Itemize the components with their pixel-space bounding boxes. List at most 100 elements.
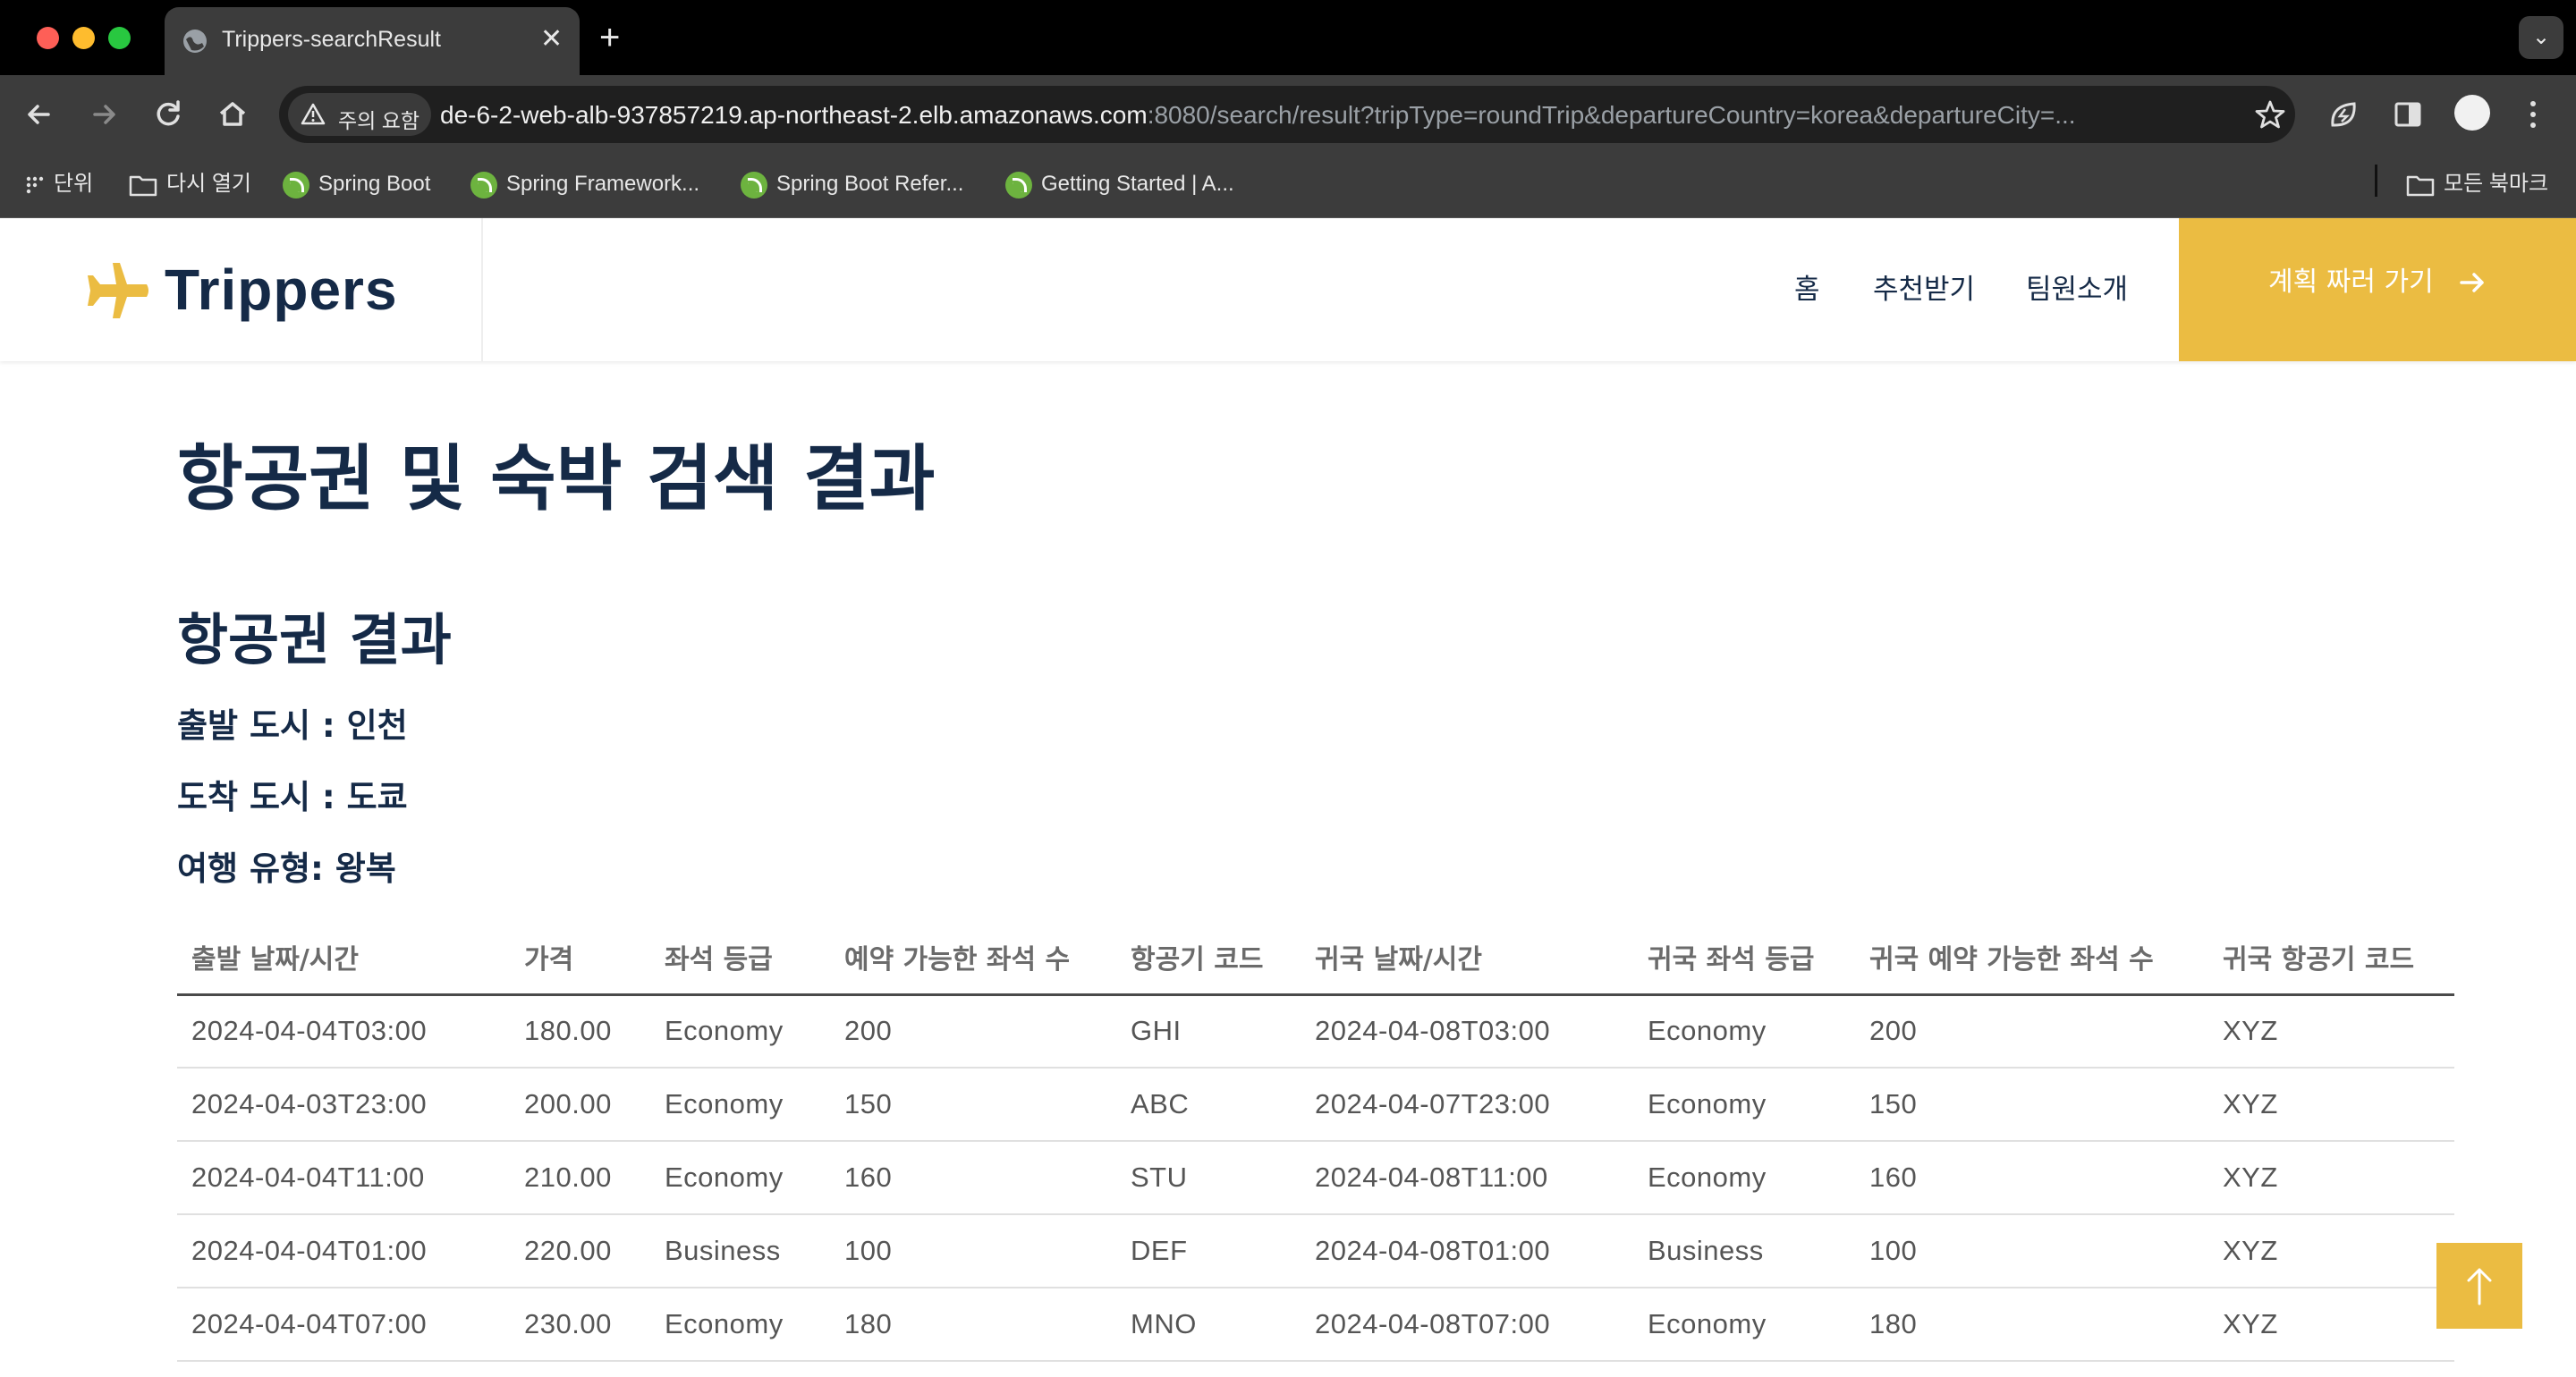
arrow-up-icon: [2467, 1268, 2492, 1305]
new-tab-icon[interactable]: +: [599, 18, 620, 57]
table-cell: 2024-04-04T01:00: [177, 1214, 510, 1288]
table-row: 2024-04-04T07:00 230.00 Economy 180 MNO 2024-…: [177, 1288, 2454, 1362]
table-cell: Economy: [1633, 1288, 1855, 1362]
table-cell: 200: [830, 994, 1116, 1069]
back-arrow-icon[interactable]: [20, 95, 59, 134]
tab-title: Trippers-searchResult: [222, 27, 441, 52]
spring-leaf-icon: [741, 171, 767, 199]
table-cell: 230.00: [510, 1288, 650, 1362]
home-icon[interactable]: [213, 95, 252, 134]
bookmark-all-bookmarks[interactable]: 모든 북마크: [2406, 166, 2548, 202]
table-cell: STU: [1116, 1141, 1301, 1215]
spring-leaf-icon: [470, 171, 497, 199]
more-menu-icon[interactable]: [2524, 97, 2542, 132]
side-panel-icon[interactable]: [2390, 97, 2426, 132]
nav-home[interactable]: 홈: [1794, 270, 1820, 309]
warning-triangle-icon: [301, 103, 326, 125]
bookmark-reopen-folder[interactable]: 다시 열기: [129, 166, 251, 202]
folder-icon: [129, 175, 157, 196]
reload-icon[interactable]: [148, 95, 188, 134]
plan-trip-button[interactable]: 계획 짜러 가기: [2179, 218, 2576, 361]
column-header: 귀국 예약 가능한 좌석 수: [1855, 921, 2208, 996]
bookmark-getting-started[interactable]: Getting Started | A...: [1005, 166, 1234, 202]
nav-team[interactable]: 팀원소개: [2026, 270, 2128, 309]
trip-type: 여행 유형: 왕복: [177, 849, 396, 888]
column-header: 좌석 등급: [650, 921, 830, 996]
table-cell: 100: [1855, 1214, 2208, 1288]
table-cell: 180: [1855, 1288, 2208, 1362]
table-cell: MNO: [1116, 1288, 1301, 1362]
bookmark-apps[interactable]: 단위: [25, 166, 93, 202]
browser-tab-active[interactable]: Trippers-searchResult ✕: [165, 7, 580, 75]
bookmark-spring-boot-reference[interactable]: Spring Boot Refer...: [741, 166, 963, 202]
column-header: 가격: [510, 921, 650, 996]
scroll-to-top-button[interactable]: [2436, 1243, 2522, 1329]
site-header: Trippers 홈 추천받기 팀원소개 계획 짜러 가기: [0, 218, 2576, 361]
nav-recommend[interactable]: 추천받기: [1873, 270, 1975, 309]
spring-leaf-icon: [1005, 171, 1032, 199]
bookmarks-separator: [2375, 165, 2377, 197]
airplane-icon: [88, 263, 148, 318]
apps-grid-icon: [26, 176, 44, 193]
table-cell: Business: [1633, 1214, 1855, 1288]
arrow-right-icon: [2460, 273, 2484, 292]
table-cell: Economy: [1633, 1141, 1855, 1215]
column-header: 항공기 코드: [1116, 921, 1301, 996]
column-header: 귀국 항공기 코드: [2208, 921, 2454, 996]
browser-tab-bar: Trippers-searchResult ✕ + ⌄: [0, 0, 2576, 75]
table-cell: XYZ: [2208, 994, 2454, 1069]
column-header: 예약 가능한 좌석 수: [830, 921, 1116, 996]
globe-icon: [183, 30, 207, 53]
bookmark-star-icon[interactable]: [2254, 98, 2286, 131]
close-window-button[interactable]: [37, 27, 59, 49]
plan-trip-label: 계획 짜러 가기: [2268, 266, 2434, 298]
table-cell: 2024-04-08T01:00: [1301, 1214, 1633, 1288]
table-cell: 220.00: [510, 1214, 650, 1288]
table-cell: 200: [1855, 994, 2208, 1069]
bookmark-label: Spring Boot Refer...: [776, 172, 964, 196]
brand-name: Trippers: [165, 258, 398, 322]
table-cell: XYZ: [2208, 1068, 2454, 1142]
close-tab-icon[interactable]: ✕: [540, 23, 563, 55]
table-cell: 160: [830, 1141, 1116, 1215]
column-header: 출발 날짜/시간: [177, 921, 510, 996]
table-cell: 180: [830, 1288, 1116, 1362]
profile-avatar[interactable]: [2454, 95, 2490, 131]
flight-results-table: 출발 날짜/시간 가격 좌석 등급 예약 가능한 좌석 수 항공기 코드 귀국 …: [177, 921, 2454, 1362]
tab-search-chevron-icon[interactable]: ⌄: [2519, 16, 2563, 59]
url-path: :8080/search/result?tripType=roundTrip&d…: [1147, 101, 2076, 129]
table-row: 2024-04-04T11:00 210.00 Economy 160 STU 2024-…: [177, 1141, 2454, 1215]
minimize-window-button[interactable]: [72, 27, 95, 49]
table-cell: XYZ: [2208, 1141, 2454, 1215]
bookmark-label: 모든 북마크: [2444, 172, 2549, 196]
table-cell: Economy: [1633, 1068, 1855, 1142]
bookmark-spring-framework[interactable]: Spring Framework...: [470, 166, 699, 202]
table-cell: 2024-04-04T11:00: [177, 1141, 510, 1215]
bookmark-label: 다시 열기: [166, 172, 251, 196]
forward-arrow-icon[interactable]: [84, 95, 123, 134]
table-cell: ABC: [1116, 1068, 1301, 1142]
folder-icon: [2406, 175, 2435, 196]
table-row: 2024-04-04T01:00 220.00 Business 100 DEF 2024…: [177, 1214, 2454, 1288]
performance-leaf-icon[interactable]: [2326, 97, 2361, 132]
table-cell: 2024-04-08T03:00: [1301, 994, 1633, 1069]
departure-city: 출발 도시 : 인천: [177, 706, 408, 745]
spring-leaf-icon: [283, 171, 309, 199]
address-bar[interactable]: 주의 요함 de-6-2-web-alb-937857219.ap-northe…: [279, 86, 2295, 143]
header-divider: [481, 218, 483, 361]
bookmark-label: 단위: [54, 172, 94, 196]
bookmarks-bar: 단위 다시 열기 Spring Boot Spring Framework...…: [0, 154, 2576, 218]
url-text[interactable]: de-6-2-web-alb-937857219.ap-northeast-2.…: [440, 101, 2193, 130]
column-header: 귀국 좌석 등급: [1633, 921, 1855, 996]
bookmark-spring-boot[interactable]: Spring Boot: [283, 166, 430, 202]
table-cell: 2024-04-08T07:00: [1301, 1288, 1633, 1362]
table-body: 2024-04-04T03:00 180.00 Economy 200 GHI 2024-…: [177, 994, 2454, 1362]
security-warning-chip[interactable]: 주의 요함: [288, 93, 431, 136]
maximize-window-button[interactable]: [108, 27, 131, 49]
table-cell: 2024-04-03T23:00: [177, 1068, 510, 1142]
url-host: de-6-2-web-alb-937857219.ap-northeast-2.…: [440, 101, 1148, 129]
table-cell: Economy: [650, 994, 830, 1069]
table-cell: 2024-04-07T23:00: [1301, 1068, 1633, 1142]
table-cell: 150: [830, 1068, 1116, 1142]
table-cell: 200.00: [510, 1068, 650, 1142]
